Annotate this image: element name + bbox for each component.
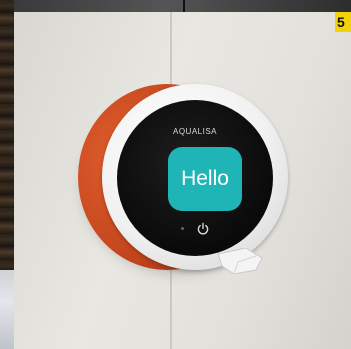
- top-divider: [183, 0, 185, 12]
- hello-display: Hello: [168, 147, 242, 211]
- indicator-dot: [181, 227, 184, 230]
- hello-text: Hello: [181, 167, 229, 190]
- mounting-bracket: [217, 248, 263, 274]
- photo-scene: 5 AQUALISA Hello: [0, 0, 351, 349]
- image-number-badge: 5: [335, 12, 351, 32]
- brand-label: AQUALISA: [172, 127, 217, 136]
- left-photo-strip-bottom: [0, 270, 14, 349]
- power-icon[interactable]: [196, 222, 210, 236]
